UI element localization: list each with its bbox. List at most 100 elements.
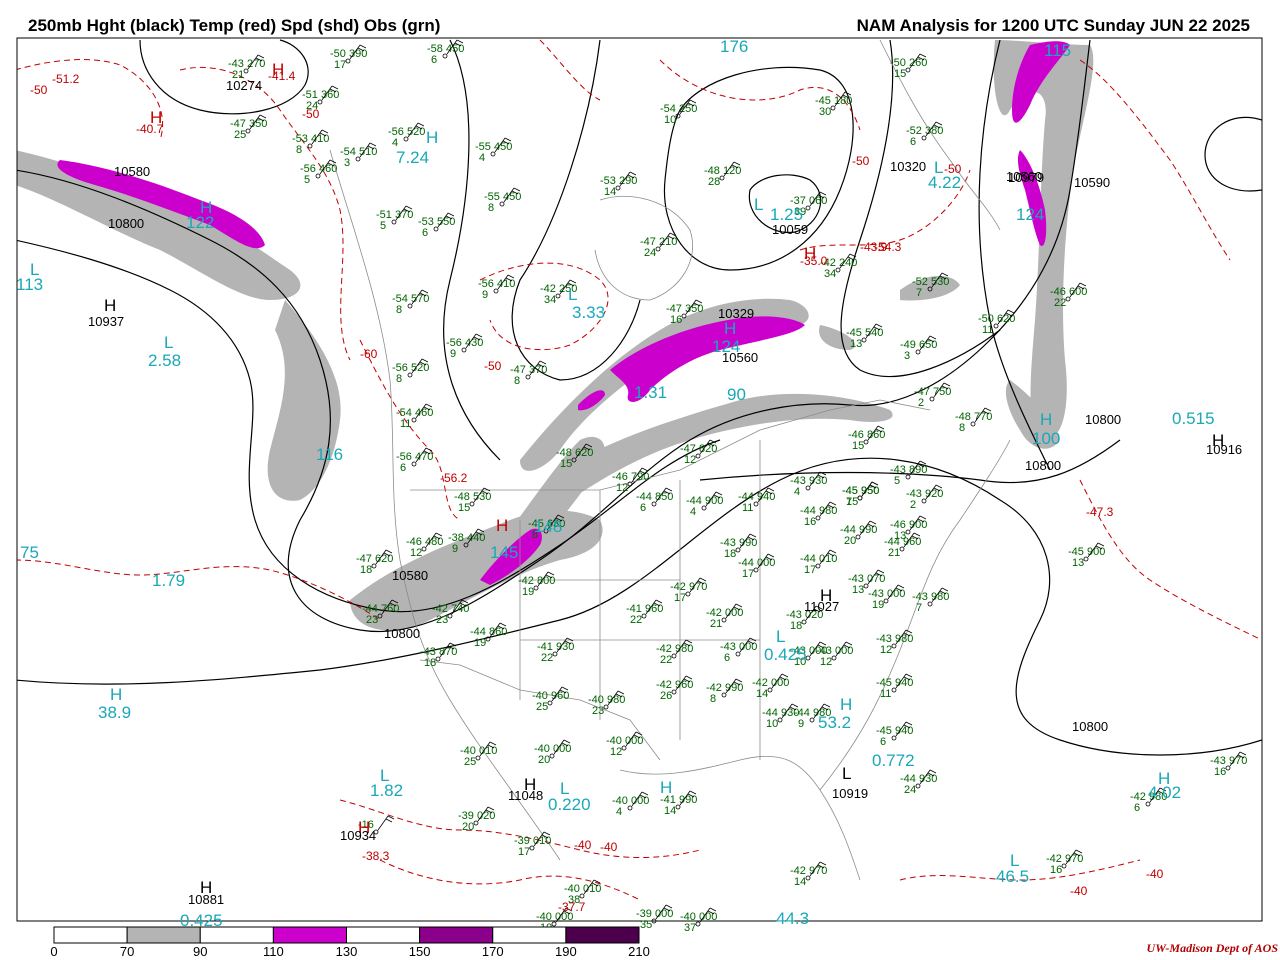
colorbar-tick-label: 70 (120, 944, 134, 959)
obs-dewpoint-depression: 24 (644, 247, 656, 259)
colorbar-tick-label: 110 (263, 944, 284, 959)
colorbar-segment (565, 926, 640, 944)
height-value: 11027 (804, 599, 839, 614)
obs-dewpoint-depression: 17 (804, 564, 816, 576)
high-center-marker: H (496, 516, 508, 535)
speed-center-value: 0.515 (1172, 409, 1215, 428)
obs-dewpoint-depression: 21 (888, 547, 900, 559)
obs-dewpoint-depression: 15 (458, 502, 470, 514)
obs-dewpoint-depression: 5 (894, 475, 900, 487)
analysis-time: NAM Analysis for 1200 UTC Sunday JUN 22 … (856, 16, 1250, 35)
obs-dewpoint-depression: 30 (819, 106, 831, 118)
temperature-value: -51.2 (52, 72, 80, 86)
obs-dewpoint-depression: 34 (544, 294, 556, 306)
speed-center-value: 145 (490, 543, 518, 562)
obs-dewpoint-depression: 6 (880, 736, 886, 748)
obs-dewpoint-depression: 12 (610, 746, 622, 758)
colorbar-tick-label: 190 (555, 944, 577, 959)
obs-dewpoint-depression: 25 (234, 129, 246, 141)
colorbar-segment (419, 926, 494, 944)
obs-dewpoint-depression: 16 (1214, 766, 1226, 778)
obs-dewpoint-depression: 12 (616, 482, 628, 494)
obs-dewpoint-depression: 18 (724, 548, 736, 560)
colorbar-segment (272, 926, 347, 944)
obs-dewpoint-depression: 8 (396, 373, 402, 385)
obs-dewpoint-depression: 19 (474, 637, 486, 649)
speed-center-value: 2.58 (148, 351, 181, 370)
obs-dewpoint-depression: 10 (766, 718, 778, 730)
colorbar-segment (126, 926, 201, 944)
temperature-value: -60 (360, 347, 378, 361)
height-value: 10800 (384, 626, 420, 641)
speed-center-value: 3.33 (572, 303, 605, 322)
obs-dewpoint-depression: 16 (804, 516, 816, 528)
temperature-value: -41.4 (268, 69, 296, 83)
low-center-marker: L (1010, 851, 1019, 870)
height-value: 10881 (188, 892, 224, 907)
colorbar-tick-label: 0 (50, 944, 57, 959)
obs-dewpoint-depression: 11 (982, 324, 993, 336)
obs-dewpoint-depression: 11 (742, 502, 753, 514)
colorbar-tick-label: 150 (409, 944, 431, 959)
high-center-marker: H (110, 685, 122, 704)
obs-dewpoint-depression: 17 (518, 846, 530, 858)
height-value: 10937 (88, 314, 124, 329)
obs-dewpoint-depression: 18 (424, 657, 436, 669)
obs-dewpoint-depression: 17 (742, 568, 754, 580)
high-center-marker: H (426, 128, 438, 147)
obs-dewpoint-depression: 22 (541, 652, 553, 664)
obs-dewpoint-depression: 15 (846, 496, 858, 508)
obs-dewpoint-depression: 37 (684, 922, 696, 934)
height-value: 10580 (392, 568, 428, 583)
height-value: 11048 (508, 788, 543, 803)
obs-dewpoint-depression: 14 (604, 186, 616, 198)
obs-dewpoint-depression: 24 (904, 784, 916, 796)
temperature-value: -50 (944, 162, 962, 176)
speed-center-value: 44.3 (776, 909, 809, 928)
temperature-value: -50 (30, 83, 48, 97)
obs-dewpoint-depression: 4 (616, 806, 622, 818)
obs-dewpoint-depression: 7 (916, 287, 922, 299)
speed-center-value: 75 (20, 543, 39, 562)
temperature-value: -40 (1070, 884, 1088, 898)
height-value: 10800 (108, 216, 144, 231)
obs-dewpoint-depression: 20 (538, 754, 550, 766)
speed-center-value: 176 (720, 37, 748, 56)
low-center-marker: L (560, 779, 569, 798)
speed-center-value: 38.9 (98, 703, 131, 722)
obs-dewpoint-depression: 2 (910, 499, 916, 511)
obs-dewpoint-depression: 14 (756, 688, 768, 700)
obs-dewpoint-depression: 28 (708, 176, 720, 188)
obs-dewpoint-depression: 22 (660, 654, 672, 666)
obs-dewpoint-depression: 8 (710, 693, 716, 705)
obs-dewpoint-depression: 22 (630, 614, 642, 626)
obs-dewpoint-depression: 13 (852, 584, 864, 596)
obs-dewpoint-depression: 17 (334, 59, 346, 71)
speed-center-value: 1.79 (152, 571, 185, 590)
speed-center-value: 90 (727, 385, 746, 404)
high-center-marker: H (104, 296, 116, 315)
low-center-marker: L (164, 333, 173, 352)
colorbar-tick-label: 170 (482, 944, 504, 959)
low-center-marker: L (568, 285, 577, 304)
temperature-value: -50 (302, 107, 320, 121)
obs-dewpoint-depression: 20 (462, 821, 474, 833)
height-value: 10934 (340, 828, 376, 843)
obs-dewpoint-depression: 2 (918, 397, 924, 409)
obs-dewpoint-depression: 3 (344, 157, 350, 169)
obs-dewpoint-depression: 8 (959, 422, 965, 434)
obs-dewpoint-depression: 12 (880, 644, 892, 656)
obs-dewpoint-depression: 9 (450, 348, 456, 360)
colorbar-segment (346, 926, 421, 944)
height-value: 10800 (1025, 458, 1061, 473)
obs-dewpoint-depression: 4 (479, 152, 485, 164)
temperature-value: -35.0 (800, 254, 828, 268)
high-center-marker: H (840, 695, 852, 714)
obs-dewpoint-depression: 6 (431, 54, 437, 66)
credit-label: UW-Madison Dept of AOS (1146, 941, 1278, 955)
high-center-marker: H (660, 778, 672, 797)
obs-dewpoint-depression: 8 (396, 304, 402, 316)
speed-center-value: 116 (316, 445, 343, 464)
obs-dewpoint-depression: 15 (852, 440, 864, 452)
obs-dewpoint-depression: 13 (850, 338, 862, 350)
